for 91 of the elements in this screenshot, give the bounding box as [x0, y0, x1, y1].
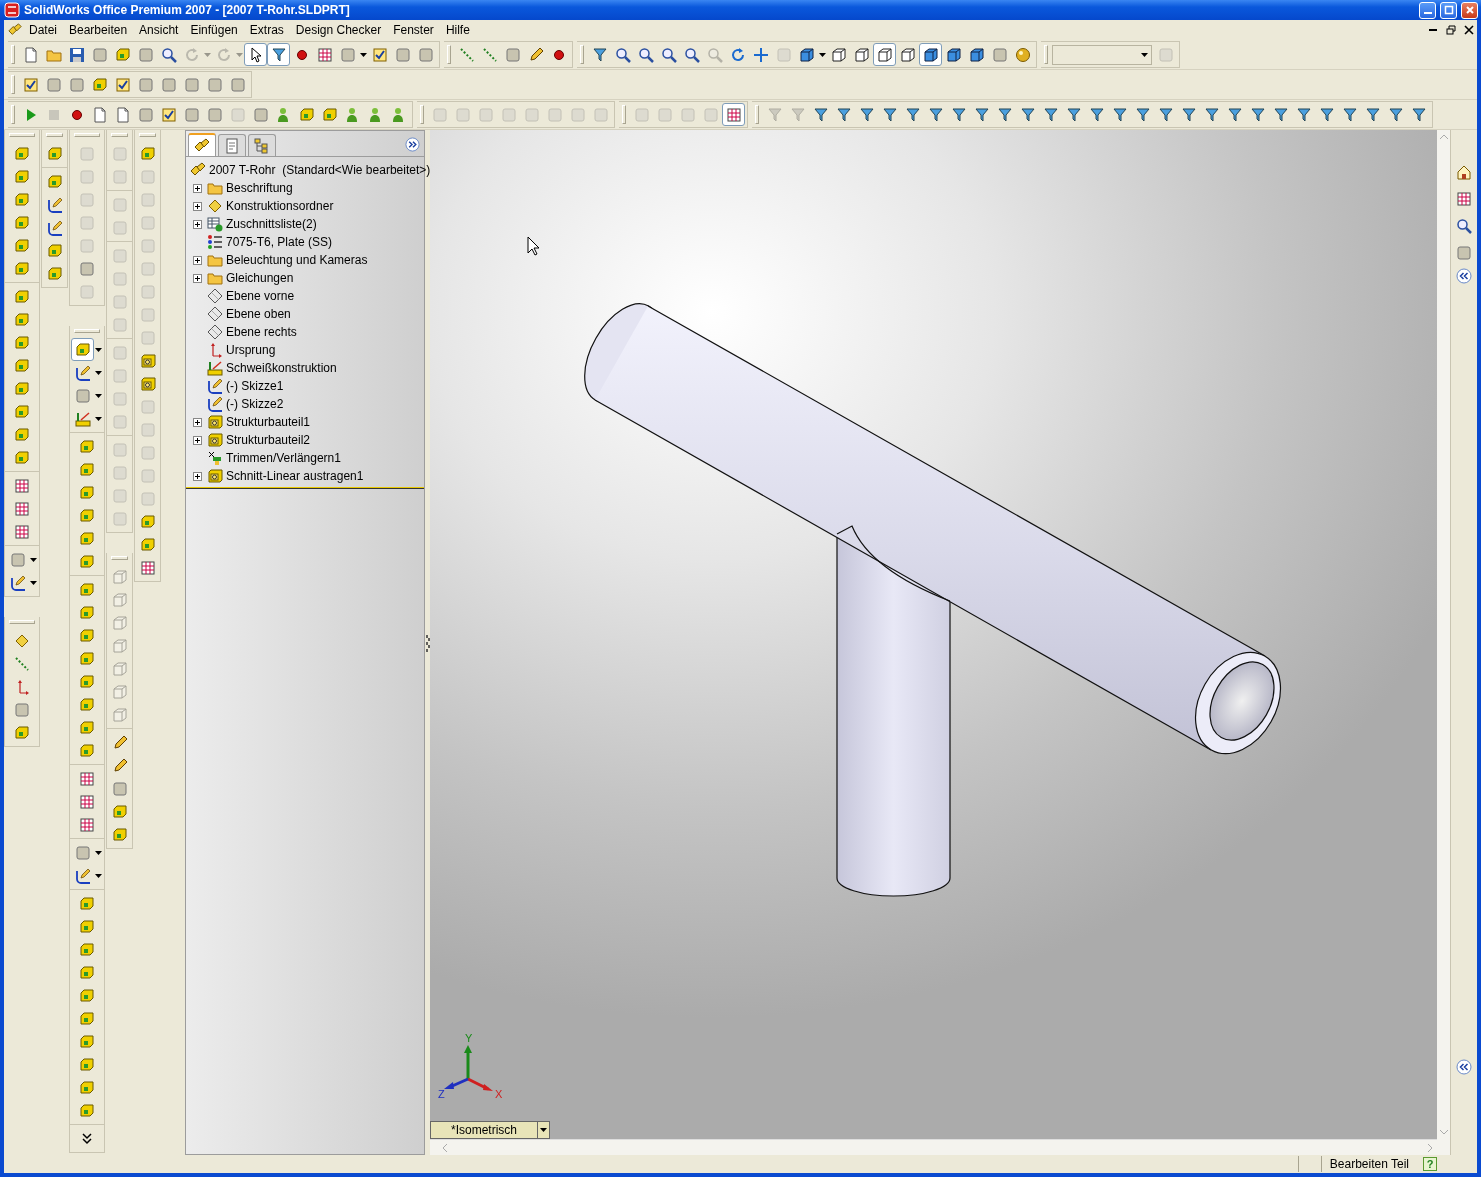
menu-item[interactable]: Fenster	[388, 21, 439, 39]
tree-item-label[interactable]: Strukturbauteil1	[226, 414, 311, 430]
maximize-icon	[1442, 4, 1455, 16]
menu-item[interactable]: Hilfe	[440, 21, 475, 39]
expand-icon[interactable]	[192, 435, 202, 445]
panel-tab[interactable]	[248, 134, 276, 156]
diamond-icon	[207, 198, 223, 214]
tree-item-label[interactable]: Zuschnittsliste(2)	[226, 216, 317, 232]
tree-item-label[interactable]: Gleichungen	[226, 270, 294, 286]
collapse-pane-icon[interactable]	[1456, 1059, 1472, 1075]
box-icon[interactable]	[71, 338, 94, 361]
folder-icon	[207, 180, 223, 196]
tree-item-label[interactable]: Schnitt-Linear austragen1	[226, 468, 364, 484]
tree-item-label[interactable]: Beschriftung	[226, 180, 293, 196]
folder-icon	[207, 252, 223, 268]
splitter-grip-icon[interactable]	[425, 632, 430, 653]
axis-label: X	[495, 1089, 503, 1100]
expand-icon[interactable]	[192, 219, 202, 229]
parts-icon	[194, 137, 210, 154]
expand-icon[interactable]	[192, 201, 202, 211]
tree-item-label[interactable]: Konstruktionsordner	[226, 198, 334, 214]
menu-item[interactable]: Bearbeiten	[64, 21, 133, 39]
list-icon	[207, 234, 223, 250]
tree-item-label[interactable]: 2007 T-Rohr (Standard<Wie bearbeitet>)	[209, 162, 431, 178]
menu-item[interactable]: Design Checker	[290, 21, 387, 39]
menu-item[interactable]: Einfügen	[185, 21, 243, 39]
table-icon	[207, 216, 223, 232]
window-title: SolidWorks Office Premium 2007 - [2007 T-Rohr.SLDPRT]	[24, 2, 351, 18]
profile-icon	[207, 432, 223, 448]
wireframe-cube-icon[interactable]	[873, 43, 896, 66]
maximize-button[interactable]	[1440, 1, 1457, 19]
menu-item[interactable]: Datei	[24, 21, 62, 39]
menu-item[interactable]: Extras	[244, 21, 289, 39]
tree-item-label[interactable]: Schweißkonstruktion	[226, 360, 337, 376]
minimize-button[interactable]	[1419, 1, 1436, 19]
sheet-icon	[224, 137, 240, 154]
grid-icon[interactable]	[722, 103, 745, 126]
tree-item-label[interactable]: (-) Skizze1	[226, 378, 284, 394]
parts-icon	[190, 162, 206, 178]
plane-icon	[207, 288, 223, 304]
tree-item-label[interactable]: Trimmen/Verlängern1	[226, 450, 341, 466]
parts-icon[interactable]	[8, 23, 22, 37]
close-icon[interactable]	[1464, 25, 1474, 35]
axis-label: Z	[438, 1089, 445, 1100]
logo-icon	[4, 2, 20, 18]
help-button[interactable]: ?	[1423, 1157, 1437, 1171]
sketch-icon	[207, 396, 223, 412]
tree-item-label[interactable]: Ebene vorne	[226, 288, 295, 304]
scroll-up-button[interactable]	[1439, 134, 1448, 140]
weldment-icon	[207, 360, 223, 376]
plane-icon	[207, 324, 223, 340]
sketch-icon	[207, 378, 223, 394]
restore-icon[interactable]	[1446, 25, 1456, 35]
tree-item-label[interactable]: Ebene oben	[226, 306, 291, 322]
tree-item-label[interactable]: Beleuchtung und Kameras	[226, 252, 368, 268]
tree-item-label[interactable]: Ebene rechts	[226, 324, 297, 340]
expand-icon[interactable]	[192, 417, 202, 427]
profile-icon	[207, 468, 223, 484]
menu-item[interactable]: Ansicht	[134, 21, 184, 39]
close-icon	[1463, 4, 1476, 16]
panel-tab[interactable]	[188, 133, 216, 156]
tree-item-label[interactable]: (-) Skizze2	[226, 396, 284, 412]
tree-item-label[interactable]: Ursprung	[226, 342, 276, 358]
mouse-pointer-icon	[527, 236, 540, 256]
caret-icon	[537, 1122, 549, 1138]
expand-icon[interactable]	[192, 255, 202, 265]
scroll-right-button[interactable]	[1427, 1143, 1433, 1152]
plane-icon	[207, 306, 223, 322]
axis-label: Y	[465, 1033, 473, 1044]
caret-icon	[1141, 52, 1148, 57]
close-button[interactable]	[1461, 1, 1478, 19]
scroll-down-button[interactable]	[1439, 1129, 1448, 1135]
axis-triad-drawing	[444, 1045, 493, 1091]
expand-icon[interactable]	[192, 471, 202, 481]
view-orientation-dropdown[interactable]: *Isometrisch	[430, 1121, 550, 1139]
hierarchy-icon	[254, 137, 270, 154]
status-text: Bearbeiten Teil	[1320, 1156, 1417, 1172]
pointer-icon[interactable]	[244, 43, 267, 66]
cube-icon[interactable]	[919, 43, 942, 66]
trim-icon	[207, 450, 223, 466]
profile-icon	[207, 414, 223, 430]
expand-icon[interactable]	[192, 273, 202, 283]
tree-item-label[interactable]: Strukturbauteil2	[226, 432, 311, 448]
tree-item-label[interactable]: 7075-T6, Plate (SS)	[226, 234, 333, 250]
filter-icon[interactable]	[267, 43, 290, 66]
collapse-pane-icon[interactable]	[1456, 268, 1472, 284]
minimize-icon	[1423, 12, 1432, 14]
folder-icon	[207, 270, 223, 286]
expand-panel-icon[interactable]	[405, 137, 420, 152]
scroll-left-button[interactable]	[442, 1143, 448, 1152]
expand-icon[interactable]	[192, 183, 202, 193]
